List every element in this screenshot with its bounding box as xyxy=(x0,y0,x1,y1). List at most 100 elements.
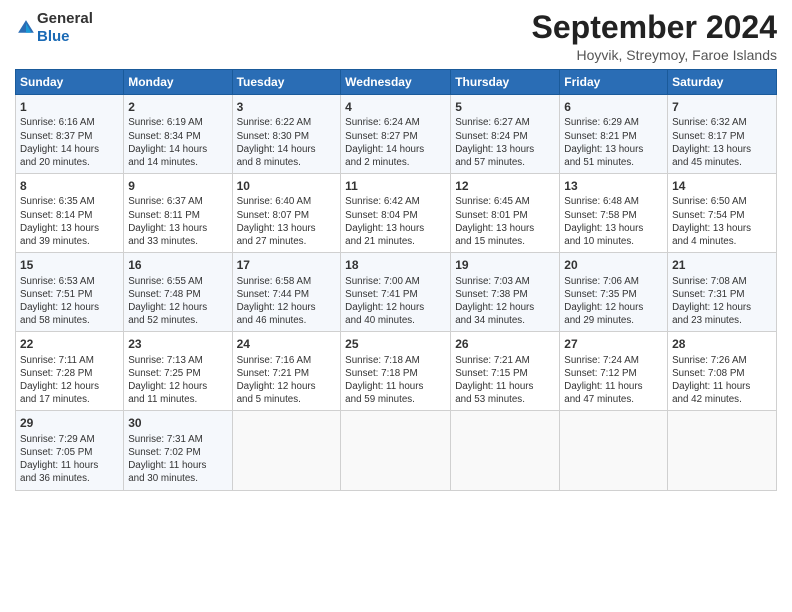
day-cell: 6Sunrise: 6:29 AMSunset: 8:21 PMDaylight… xyxy=(560,95,668,174)
day-cell: 5Sunrise: 6:27 AMSunset: 8:24 PMDaylight… xyxy=(451,95,560,174)
day-cell: 9Sunrise: 6:37 AMSunset: 8:11 PMDaylight… xyxy=(124,174,232,253)
day-cell: 3Sunrise: 6:22 AMSunset: 8:30 PMDaylight… xyxy=(232,95,341,174)
calendar-body: 1Sunrise: 6:16 AMSunset: 8:37 PMDaylight… xyxy=(16,95,777,490)
day-cell: 13Sunrise: 6:48 AMSunset: 7:58 PMDayligh… xyxy=(560,174,668,253)
day-info: Sunrise: 7:21 AMSunset: 7:15 PMDaylight:… xyxy=(455,354,555,407)
day-number: 5 xyxy=(455,99,555,115)
day-cell: 25 Sunrise: 7:18 AMSunset: 7:18 PMDayligh… xyxy=(341,332,451,411)
day-info: Sunrise: 6:22 AMSunset: 8:30 PMDaylight:… xyxy=(237,116,337,169)
day-cell xyxy=(560,411,668,490)
logo: General Blue xyxy=(15,10,93,46)
day-number: 10 xyxy=(237,178,337,194)
title-block: September 2024 Hoyvik, Streymoy, Faroe I… xyxy=(532,10,777,63)
day-info: Sunrise: 6:48 AMSunset: 7:58 PMDaylight:… xyxy=(564,195,663,248)
day-number: 27 xyxy=(564,336,663,352)
day-number: 1 xyxy=(20,99,119,115)
day-info: Sunrise: 7:11 AMSunset: 7:28 PMDaylight:… xyxy=(20,354,119,407)
week-row-5: 29 Sunrise: 7:29 AMSunset: 7:05 PMDayligh… xyxy=(16,411,777,490)
day-info: Sunrise: 7:06 AMSunset: 7:35 PMDaylight:… xyxy=(564,275,663,328)
day-number: 4 xyxy=(345,99,446,115)
day-info: Sunrise: 6:40 AMSunset: 8:07 PMDaylight:… xyxy=(237,195,337,248)
week-row-4: 22 Sunrise: 7:11 AMSunset: 7:28 PMDayligh… xyxy=(16,332,777,411)
day-number: 16 xyxy=(128,257,227,273)
page: General Blue September 2024 Hoyvik, Stre… xyxy=(0,0,792,612)
calendar-title: September 2024 xyxy=(532,10,777,45)
logo-icon xyxy=(15,17,37,39)
day-cell: 16 Sunrise: 6:55 AMSunset: 7:48 PMDayligh… xyxy=(124,253,232,332)
day-cell xyxy=(451,411,560,490)
day-number: 15 xyxy=(20,257,119,273)
day-cell: 18 Sunrise: 7:00 AMSunset: 7:41 PMDayligh… xyxy=(341,253,451,332)
day-number: 26 xyxy=(455,336,555,352)
day-cell: 28 Sunrise: 7:26 AMSunset: 7:08 PMDayligh… xyxy=(668,332,777,411)
day-number: 28 xyxy=(672,336,772,352)
logo-blue: Blue xyxy=(37,28,70,45)
day-cell xyxy=(341,411,451,490)
day-cell: 30Sunrise: 7:31 AMSunset: 7:02 PMDayligh… xyxy=(124,411,232,490)
day-number: 17 xyxy=(237,257,337,273)
day-cell: 11Sunrise: 6:42 AMSunset: 8:04 PMDayligh… xyxy=(341,174,451,253)
calendar-subtitle: Hoyvik, Streymoy, Faroe Islands xyxy=(532,47,777,63)
day-info: Sunrise: 6:24 AMSunset: 8:27 PMDaylight:… xyxy=(345,116,446,169)
week-row-1: 1Sunrise: 6:16 AMSunset: 8:37 PMDaylight… xyxy=(16,95,777,174)
day-cell: 23Sunrise: 7:13 AMSunset: 7:25 PMDayligh… xyxy=(124,332,232,411)
week-row-3: 15Sunrise: 6:53 AMSunset: 7:51 PMDayligh… xyxy=(16,253,777,332)
day-number: 29 xyxy=(20,415,119,431)
day-cell: 17 Sunrise: 6:58 AMSunset: 7:44 PMDayligh… xyxy=(232,253,341,332)
header-day-wednesday: Wednesday xyxy=(341,70,451,95)
day-cell xyxy=(668,411,777,490)
day-cell: 14Sunrise: 6:50 AMSunset: 7:54 PMDayligh… xyxy=(668,174,777,253)
day-cell: 29 Sunrise: 7:29 AMSunset: 7:05 PMDayligh… xyxy=(16,411,124,490)
day-number: 2 xyxy=(128,99,227,115)
day-info: Sunrise: 7:03 AMSunset: 7:38 PMDaylight:… xyxy=(455,275,555,328)
day-info: Sunrise: 7:24 AMSunset: 7:12 PMDaylight:… xyxy=(564,354,663,407)
day-info: Sunrise: 7:29 AMSunset: 7:05 PMDaylight:… xyxy=(20,433,119,486)
day-cell: 20 Sunrise: 7:06 AMSunset: 7:35 PMDayligh… xyxy=(560,253,668,332)
day-number: 20 xyxy=(564,257,663,273)
day-cell: 12Sunrise: 6:45 AMSunset: 8:01 PMDayligh… xyxy=(451,174,560,253)
day-cell: 2Sunrise: 6:19 AMSunset: 8:34 PMDaylight… xyxy=(124,95,232,174)
header-day-sunday: Sunday xyxy=(16,70,124,95)
day-cell: 27 Sunrise: 7:24 AMSunset: 7:12 PMDayligh… xyxy=(560,332,668,411)
header-day-monday: Monday xyxy=(124,70,232,95)
day-number: 22 xyxy=(20,336,119,352)
day-cell: 19 Sunrise: 7:03 AMSunset: 7:38 PMDayligh… xyxy=(451,253,560,332)
day-cell: 4Sunrise: 6:24 AMSunset: 8:27 PMDaylight… xyxy=(341,95,451,174)
day-info: Sunrise: 6:42 AMSunset: 8:04 PMDaylight:… xyxy=(345,195,446,248)
day-number: 12 xyxy=(455,178,555,194)
day-cell: 1Sunrise: 6:16 AMSunset: 8:37 PMDaylight… xyxy=(16,95,124,174)
day-number: 11 xyxy=(345,178,446,194)
day-cell: 22 Sunrise: 7:11 AMSunset: 7:28 PMDayligh… xyxy=(16,332,124,411)
day-info: Sunrise: 6:27 AMSunset: 8:24 PMDaylight:… xyxy=(455,116,555,169)
header-day-friday: Friday xyxy=(560,70,668,95)
day-number: 24 xyxy=(237,336,337,352)
header-row: SundayMondayTuesdayWednesdayThursdayFrid… xyxy=(16,70,777,95)
header-day-saturday: Saturday xyxy=(668,70,777,95)
day-info: Sunrise: 6:58 AMSunset: 7:44 PMDaylight:… xyxy=(237,275,337,328)
day-number: 14 xyxy=(672,178,772,194)
day-info: Sunrise: 7:13 AMSunset: 7:25 PMDaylight:… xyxy=(128,354,227,407)
day-number: 8 xyxy=(20,178,119,194)
day-number: 13 xyxy=(564,178,663,194)
day-info: Sunrise: 6:35 AMSunset: 8:14 PMDaylight:… xyxy=(20,195,119,248)
day-number: 7 xyxy=(672,99,772,115)
day-info: Sunrise: 6:32 AMSunset: 8:17 PMDaylight:… xyxy=(672,116,772,169)
day-number: 30 xyxy=(128,415,227,431)
day-info: Sunrise: 7:00 AMSunset: 7:41 PMDaylight:… xyxy=(345,275,446,328)
day-info: Sunrise: 7:26 AMSunset: 7:08 PMDaylight:… xyxy=(672,354,772,407)
day-number: 6 xyxy=(564,99,663,115)
header-day-thursday: Thursday xyxy=(451,70,560,95)
day-info: Sunrise: 6:55 AMSunset: 7:48 PMDaylight:… xyxy=(128,275,227,328)
day-number: 19 xyxy=(455,257,555,273)
day-cell: 8Sunrise: 6:35 AMSunset: 8:14 PMDaylight… xyxy=(16,174,124,253)
day-info: Sunrise: 7:08 AMSunset: 7:31 PMDaylight:… xyxy=(672,275,772,328)
day-cell: 15Sunrise: 6:53 AMSunset: 7:51 PMDayligh… xyxy=(16,253,124,332)
day-info: Sunrise: 6:45 AMSunset: 8:01 PMDaylight:… xyxy=(455,195,555,248)
day-number: 21 xyxy=(672,257,772,273)
day-info: Sunrise: 6:37 AMSunset: 8:11 PMDaylight:… xyxy=(128,195,227,248)
day-cell: 10Sunrise: 6:40 AMSunset: 8:07 PMDayligh… xyxy=(232,174,341,253)
day-info: Sunrise: 6:50 AMSunset: 7:54 PMDaylight:… xyxy=(672,195,772,248)
day-number: 18 xyxy=(345,257,446,273)
day-info: Sunrise: 7:18 AMSunset: 7:18 PMDaylight:… xyxy=(345,354,446,407)
day-number: 25 xyxy=(345,336,446,352)
